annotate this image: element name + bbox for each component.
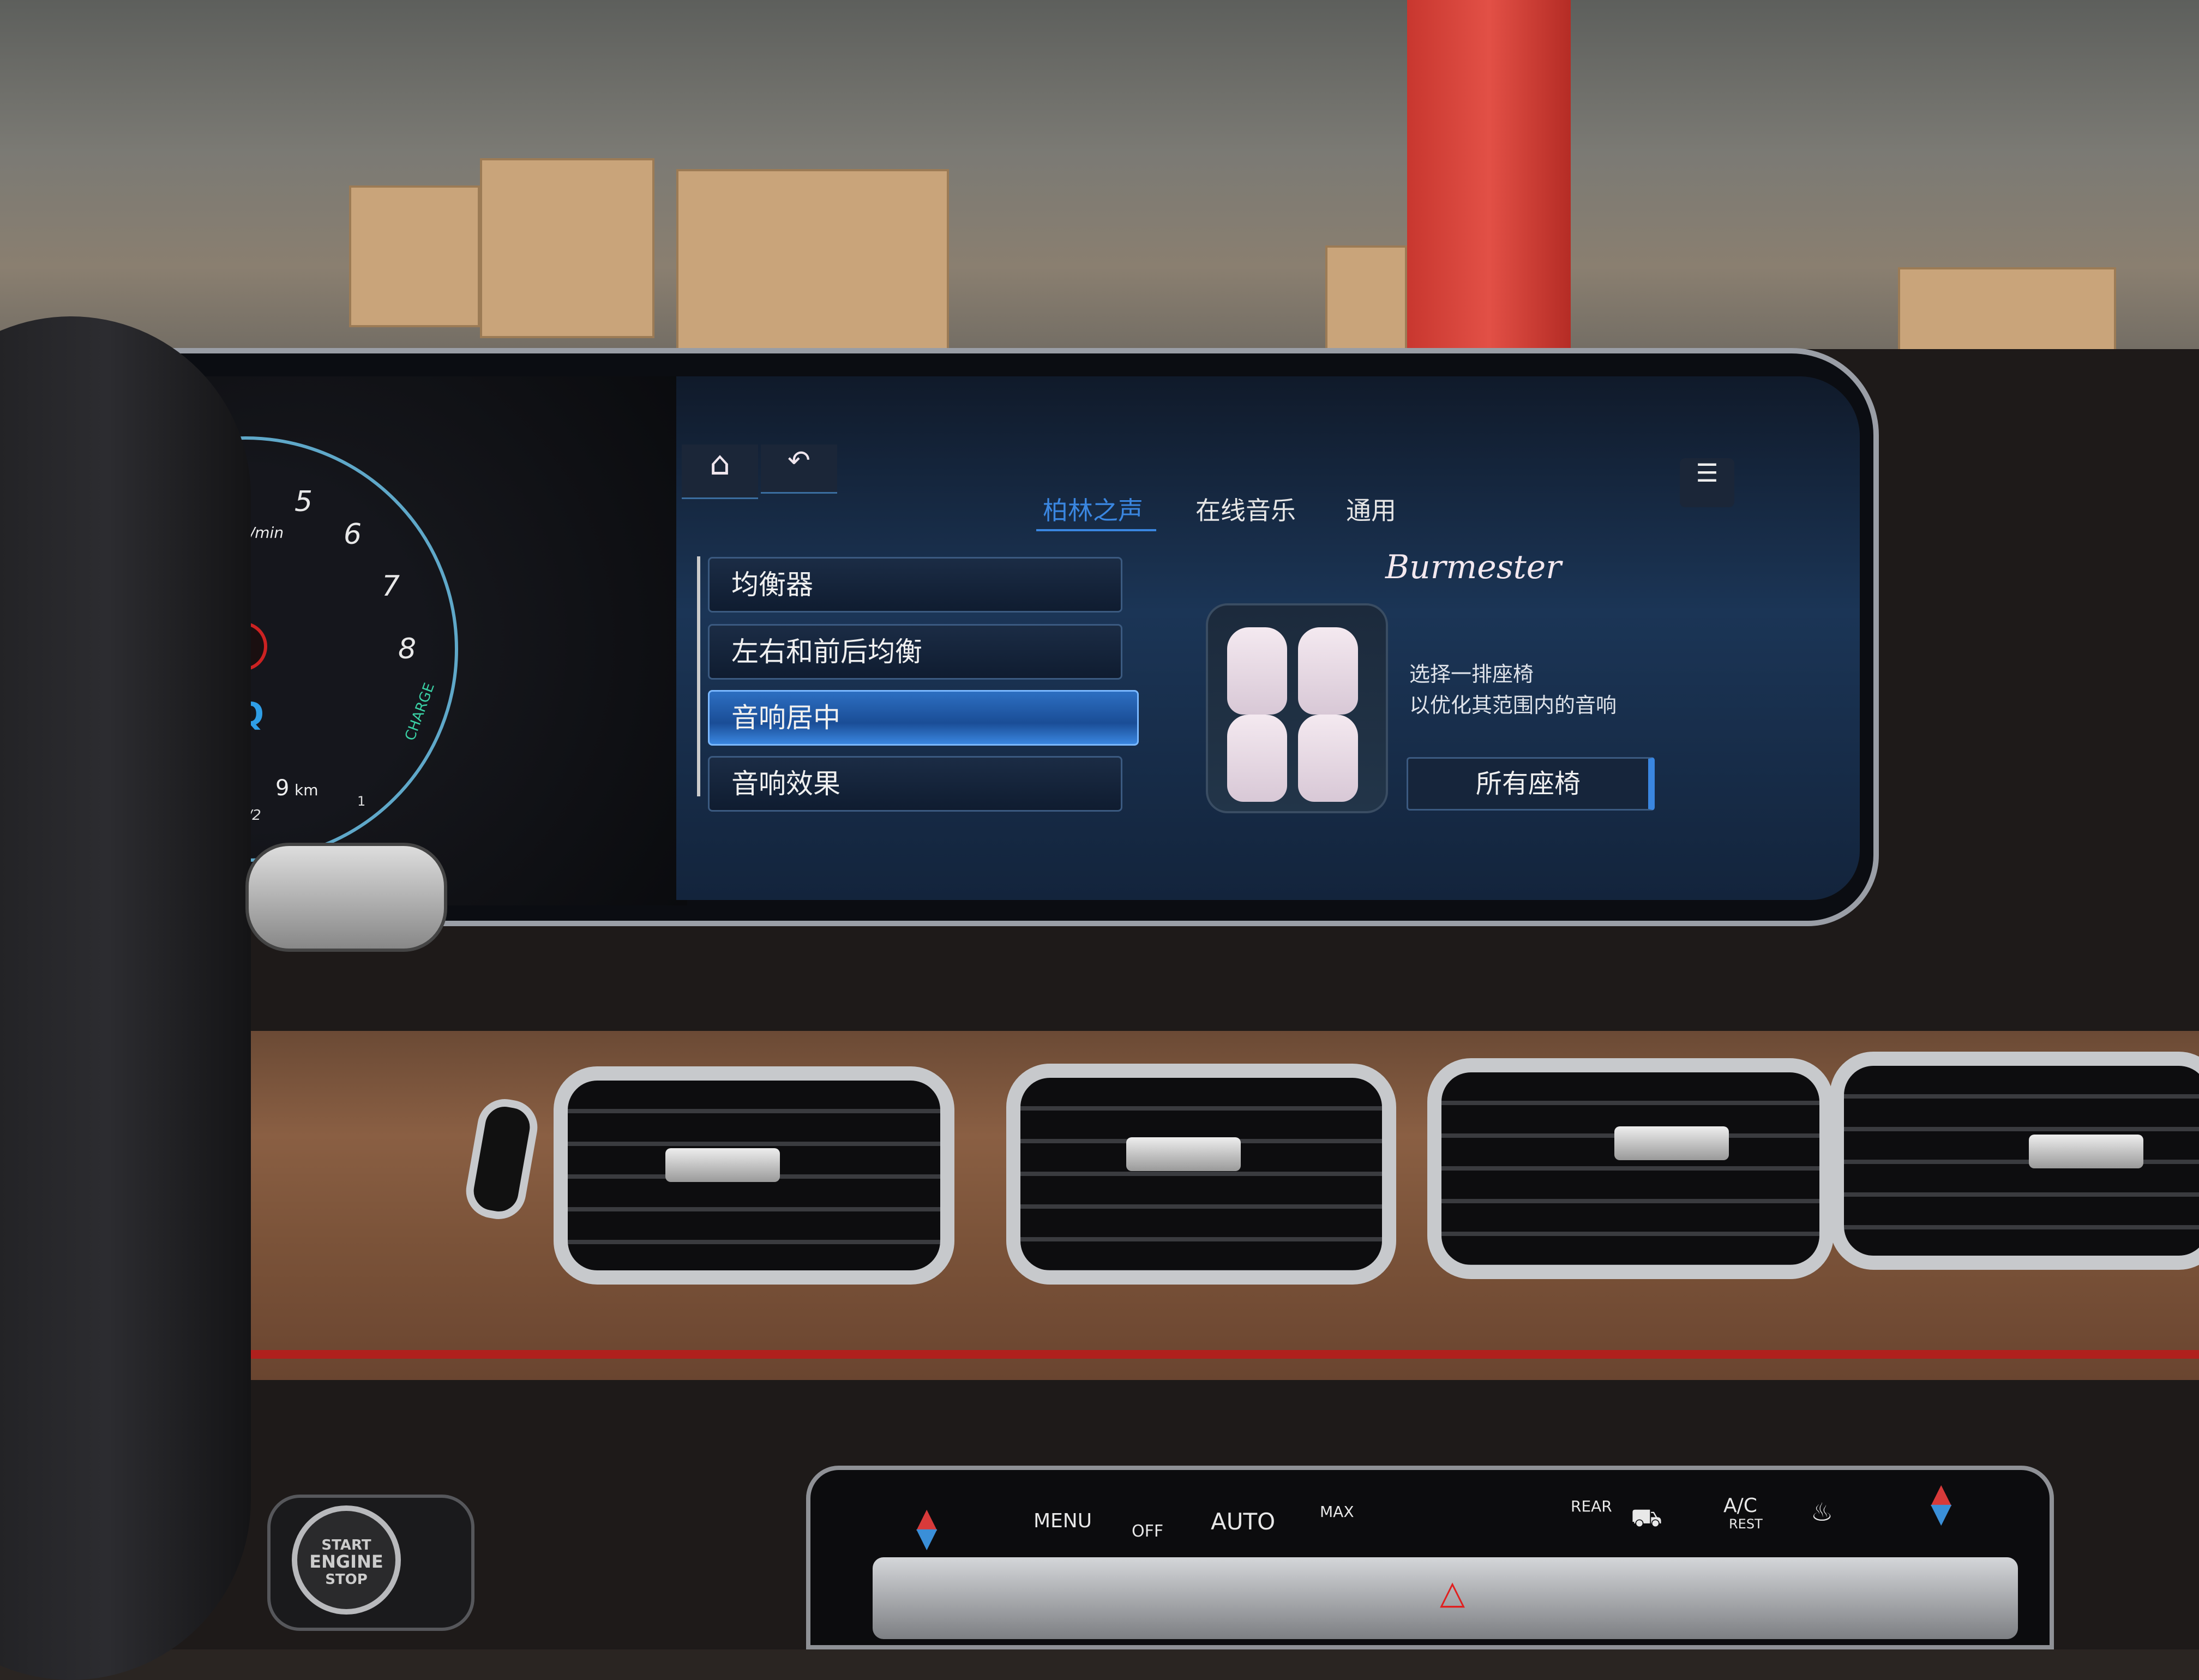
ac-button[interactable]: A/C: [1723, 1495, 1757, 1517]
engine-label: ENGINE: [309, 1551, 383, 1572]
description-line-1: 选择一排座椅: [1409, 662, 1534, 686]
menu-item-sound-effects[interactable]: 音响效果: [708, 756, 1122, 812]
stop-label: STOP: [325, 1571, 368, 1588]
rpm-tick: 5: [295, 485, 313, 518]
ambient-light-strip: [213, 1350, 2199, 1359]
air-vent-3[interactable]: [1427, 1058, 1834, 1279]
seat-front-left[interactable]: [1227, 627, 1287, 715]
background-warehouse: [0, 0, 2199, 393]
description-line-2: 以优化其范围内的音响: [1409, 693, 1617, 717]
cardboard-box: [676, 169, 949, 355]
home-button[interactable]: ⌂: [682, 445, 758, 499]
air-vent-4[interactable]: [1830, 1052, 2199, 1270]
start-stop-button[interactable]: START ENGINE STOP: [292, 1505, 401, 1615]
cardboard-box: [349, 185, 480, 327]
temp-right-arrows-icon[interactable]: ▲ ▼: [1931, 1480, 1951, 1527]
steering-stalk[interactable]: [245, 843, 447, 952]
seat-rear-left[interactable]: [1227, 715, 1287, 802]
rest-button[interactable]: REST: [1729, 1516, 1763, 1532]
range-unit: km: [295, 781, 319, 799]
steering-wheel: [0, 316, 251, 1680]
back-arrow-icon: ↶: [788, 445, 810, 476]
message-icon: ☰: [1696, 458, 1719, 488]
burmester-logo: Burmester: [1385, 548, 1561, 586]
recirculation-icon[interactable]: ⛟: [1631, 1503, 1662, 1535]
climate-auto[interactable]: AUTO: [1211, 1508, 1275, 1535]
tab-burmester[interactable]: 柏林之声: [1043, 491, 1143, 527]
menu-item-equalizer[interactable]: 均衡器: [708, 557, 1122, 613]
fuel-full: 1: [357, 794, 366, 809]
active-tab-underline: [1036, 529, 1156, 531]
climate-menu[interactable]: MENU: [1034, 1510, 1092, 1532]
range-value: 9: [275, 776, 290, 801]
vent-knob[interactable]: [665, 1148, 780, 1182]
rpm-tick: 6: [344, 518, 362, 551]
menu-item-sound-center[interactable]: 音响居中: [708, 690, 1139, 746]
rpm-tick: 8: [398, 633, 417, 665]
cardboard-box: [1325, 245, 1407, 355]
back-button[interactable]: ↶: [761, 445, 837, 494]
home-icon: ⌂: [709, 445, 731, 483]
vent-knob[interactable]: [1614, 1126, 1729, 1160]
vent-knob[interactable]: [1126, 1137, 1241, 1171]
message-button[interactable]: ☰: [1680, 458, 1734, 507]
tab-general[interactable]: 通用: [1346, 491, 1396, 527]
seat-rear-right[interactable]: [1298, 715, 1358, 802]
seat-layout: [1206, 603, 1388, 813]
menu-scrollbar[interactable]: [697, 556, 700, 796]
rear-defrost[interactable]: REAR: [1571, 1497, 1612, 1515]
menu-item-balance[interactable]: 左右和前后均衡: [708, 624, 1122, 680]
all-seats-button[interactable]: 所有座椅: [1407, 757, 1655, 811]
defrost-max[interactable]: MAX: [1320, 1503, 1354, 1521]
rpm-tick: 7: [382, 570, 400, 603]
air-vent-2[interactable]: [1006, 1064, 1396, 1285]
seat-front-right[interactable]: [1298, 627, 1358, 715]
vent-knob[interactable]: [2029, 1135, 2143, 1168]
fan-off[interactable]: OFF: [1132, 1522, 1163, 1541]
cardboard-box: [480, 158, 654, 338]
hazard-icon[interactable]: △: [1440, 1574, 1465, 1612]
seat-heat-icon[interactable]: ♨: [1811, 1497, 1833, 1527]
tab-online-music[interactable]: 在线音乐: [1195, 491, 1296, 527]
red-pillar: [1407, 0, 1571, 371]
temp-left-arrows-icon[interactable]: ▲ ▼: [916, 1504, 937, 1551]
